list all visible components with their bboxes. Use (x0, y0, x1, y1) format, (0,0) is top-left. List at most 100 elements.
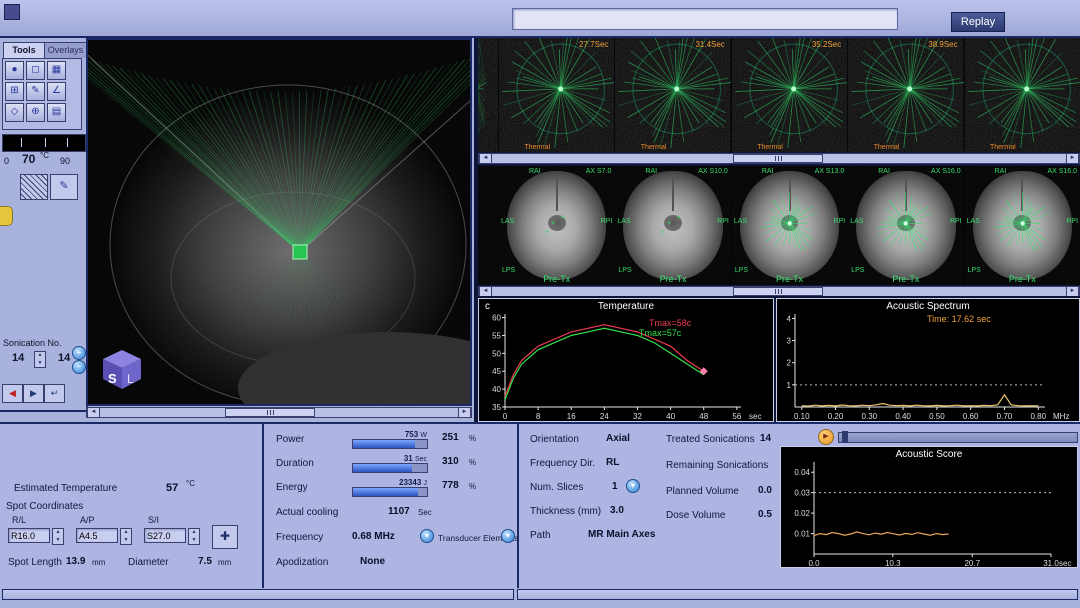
thermal-label: Thermal (874, 144, 900, 151)
return-button[interactable]: ↵ (44, 384, 65, 403)
frequency-stepper[interactable]: ▾ (420, 529, 434, 543)
power-bar: 753 W (352, 439, 428, 449)
sonication-plus-button[interactable]: + (72, 346, 86, 360)
scroll-left-icon[interactable]: ◄ (87, 408, 100, 417)
diameter-label: Diameter (128, 557, 169, 568)
power-value: 753 W (405, 430, 427, 439)
message-input[interactable] (512, 8, 898, 30)
svg-text:0.40: 0.40 (895, 412, 911, 421)
duration-percent: 310 (442, 456, 459, 467)
svg-text:0.60: 0.60 (963, 412, 979, 421)
svg-text:24: 24 (600, 412, 609, 421)
tool-button-7[interactable]: ◇ (5, 103, 24, 122)
treated-sonications-label: Treated Sonications (666, 434, 755, 445)
mri-pane[interactable] (478, 166, 498, 285)
svg-text:0.03: 0.03 (794, 489, 810, 498)
svg-text:31.0: 31.0 (1043, 559, 1059, 567)
move-spot-button[interactable]: ✚ (212, 525, 238, 549)
tool-button-6[interactable]: ∠ (47, 82, 66, 101)
3d-view-scrollbar[interactable]: ◄ ► (86, 407, 472, 418)
orientation-marker-las: LAS (850, 218, 863, 225)
svg-text:Acoustic Score: Acoustic Score (896, 449, 963, 460)
svg-text:Time: 17.62 sec: Time: 17.62 sec (927, 314, 991, 324)
rl-axis-label: R/L (12, 515, 26, 525)
num-slices-value: 1 (612, 481, 618, 492)
svg-text:Acoustic Spectrum: Acoustic Spectrum (886, 301, 969, 312)
power-percent: 251 (442, 432, 459, 443)
sonication-stepper[interactable]: ▲▼ (34, 351, 46, 368)
scroll-right-icon[interactable]: ► (458, 408, 471, 417)
scroll-left-icon[interactable]: ◄ (479, 154, 492, 163)
thermal-pane[interactable] (478, 38, 498, 152)
thermal-time: 27.7Sec (579, 40, 608, 49)
scale-min: 0 (4, 156, 9, 166)
bottom-left-scrollbar[interactable] (2, 589, 514, 600)
scroll-right-icon[interactable]: ► (1066, 287, 1079, 296)
tool-button-3[interactable]: ▦ (47, 61, 66, 80)
svg-text:Temperature: Temperature (598, 301, 655, 312)
thermal-pane[interactable]: 38.9SecThermal (848, 38, 963, 152)
rl-stepper[interactable]: ▲▼ (52, 528, 64, 545)
hatch-tool-button[interactable] (20, 174, 48, 200)
draw-tool-button[interactable]: ✎ (50, 174, 78, 200)
mri-pane[interactable]: RAIAX S13.0LASRPILPSPre-Tx (732, 166, 847, 285)
sonication-no-label: Sonication No. (3, 338, 62, 348)
orientation-marker-lps: LPS (502, 267, 515, 274)
si-coordinate-field[interactable] (144, 528, 186, 543)
tool-button-2[interactable]: ◻ (26, 61, 45, 80)
play-button[interactable]: ▶ (23, 384, 44, 403)
spot-length-value: 13.9 (66, 556, 85, 567)
thermal-pane[interactable]: 27.7Sec Thermal (499, 38, 614, 152)
temperature-chart: Temperaturec35404550556008162432404856se… (478, 298, 774, 422)
num-slices-stepper[interactable]: ▾ (626, 479, 640, 493)
thermal-pane[interactable]: 31.4SecThermal (615, 38, 730, 152)
sonication-minus-button[interactable]: − (72, 360, 86, 374)
dose-volume-label: Dose Volume (666, 510, 725, 521)
scroll-right-icon[interactable]: ► (1066, 154, 1079, 163)
svg-text:+: + (545, 227, 549, 236)
svg-text:50: 50 (492, 349, 501, 358)
tool-button-8[interactable]: ⊕ (26, 103, 45, 122)
vendor-logo: S L (100, 347, 144, 396)
3d-beam-view[interactable]: S L (86, 38, 472, 406)
tab-tools[interactable]: Tools (3, 42, 45, 58)
ap-stepper[interactable]: ▲▼ (120, 528, 132, 545)
thermal-scrollbar[interactable]: ◄ ► (478, 153, 1080, 164)
si-stepper[interactable]: ▲▼ (188, 528, 200, 545)
step-back-button[interactable]: ◀ (2, 384, 23, 403)
slider-thumb[interactable] (842, 431, 848, 443)
bottom-right-scrollbar[interactable] (517, 589, 1078, 600)
tool-button-5[interactable]: ✎ (26, 82, 45, 101)
replay-button[interactable]: Replay (951, 12, 1005, 32)
mri-pane[interactable]: +++RAIAX S10.0LASRPILPSPre-Tx (615, 166, 730, 285)
thermal-label: Thermal (524, 144, 550, 151)
score-timeline-slider[interactable] (838, 432, 1078, 443)
transducer-elements-stepper[interactable]: ▾ (501, 529, 515, 543)
orientation-marker-rai: RAI (762, 168, 774, 175)
orientation-marker-rpi: RPI (950, 218, 962, 225)
rl-coordinate-field[interactable] (8, 528, 50, 543)
bookmark-tag[interactable] (0, 206, 13, 226)
thermal-pane[interactable]: 35.2SecThermal (732, 38, 847, 152)
tab-overlays[interactable]: Overlays (44, 42, 87, 58)
mri-pane[interactable]: RAIAX S16.0LASRPILPSPre-Tx (848, 166, 963, 285)
percent-sign: % (469, 482, 476, 491)
scroll-left-icon[interactable]: ◄ (479, 287, 492, 296)
svg-text:+: + (677, 212, 681, 221)
thermal-pane[interactable]: Thermal (965, 38, 1080, 152)
pre-tx-label: Pre-Tx (892, 274, 919, 284)
mri-pane[interactable]: RAIAX S16.0LASRPILPSPre-Tx (965, 166, 1080, 285)
svg-text:16: 16 (567, 412, 576, 421)
tool-button-4[interactable]: ⊞ (5, 82, 24, 101)
svg-text:35: 35 (492, 403, 501, 412)
ap-coordinate-field[interactable] (76, 528, 118, 543)
diameter-value: 7.5 (198, 556, 212, 567)
svg-text:10.3: 10.3 (885, 559, 901, 567)
app-icon[interactable] (4, 4, 20, 20)
orientation-marker-lps: LPS (851, 267, 864, 274)
tool-button-9[interactable]: ▤ (47, 103, 66, 122)
tool-button-1[interactable]: ● (5, 61, 24, 80)
score-play-button[interactable]: ▶ (818, 429, 834, 445)
thickness-value: 3.0 (610, 505, 624, 516)
mri-pane[interactable]: +++RAIAX S7.0LASRPILPSPre-Tx (499, 166, 614, 285)
